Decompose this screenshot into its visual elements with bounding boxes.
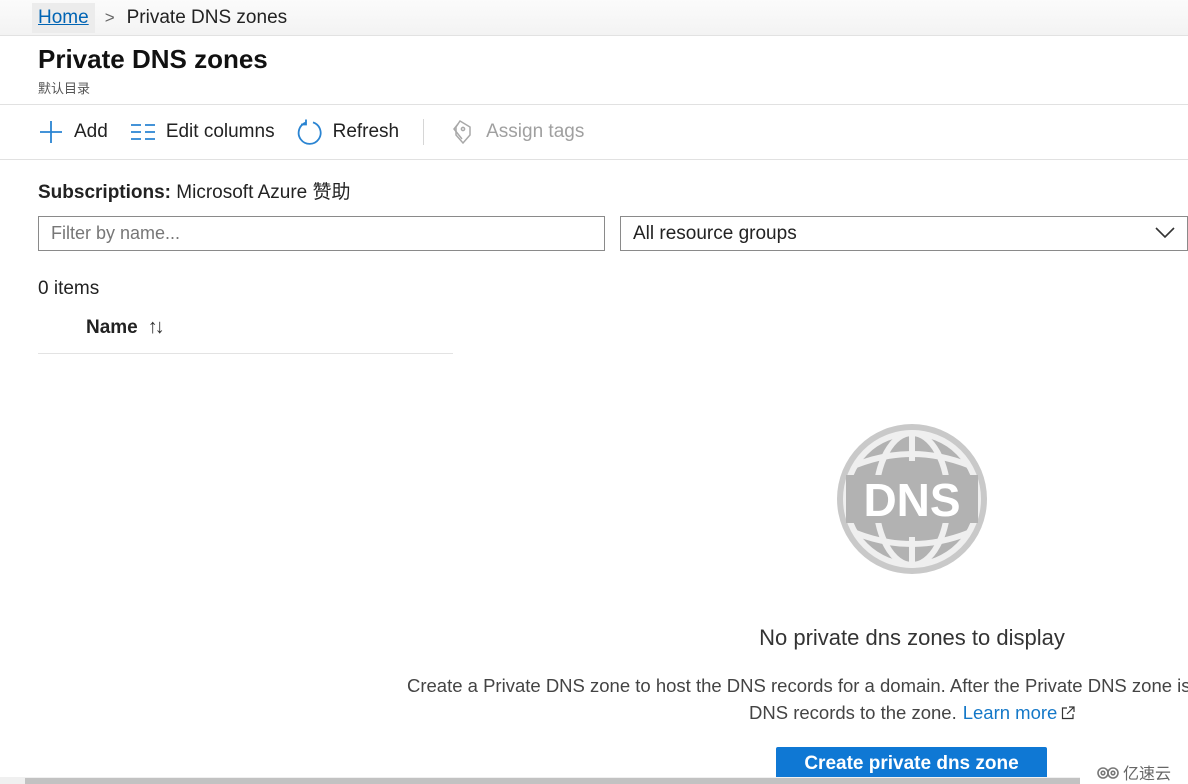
resource-group-selected: All resource groups xyxy=(633,222,797,244)
dns-icon-text: DNS xyxy=(863,474,960,526)
column-header-label: Name xyxy=(86,316,138,338)
subscriptions-value: Microsoft Azure 赞助 xyxy=(176,182,351,203)
sort-icon: ↑↓ xyxy=(147,316,165,338)
page-title: Private DNS zones xyxy=(38,44,268,74)
edit-columns-button[interactable]: Edit columns xyxy=(130,119,275,145)
breadcrumb-current: Private DNS zones xyxy=(126,6,288,28)
dns-globe-icon: DNS xyxy=(837,424,987,574)
cloud-logo-icon xyxy=(1097,767,1119,779)
columns-icon xyxy=(130,119,156,145)
breadcrumb-home-link[interactable]: Home xyxy=(32,2,95,33)
learn-more-link[interactable]: Learn more xyxy=(963,702,1058,724)
header-divider xyxy=(38,353,453,354)
page-subtitle: 默认目录 xyxy=(38,81,91,96)
watermark-text: 亿速云 xyxy=(1123,766,1172,783)
edit-columns-label: Edit columns xyxy=(165,121,275,142)
watermark: 亿速云 xyxy=(1096,760,1171,784)
assign-tags-label: Assign tags xyxy=(486,121,585,142)
item-count: 0 items xyxy=(38,278,100,299)
subscriptions-label: Subscriptions: xyxy=(38,182,172,203)
add-button[interactable]: Add xyxy=(38,119,108,145)
empty-state-description: Create a Private DNS zone to host the DN… xyxy=(407,675,1188,696)
empty-state-title: No private dns zones to display xyxy=(759,625,1065,650)
breadcrumb-chevron-icon: > xyxy=(104,7,115,27)
breadcrumb: Home > Private DNS zones xyxy=(0,0,1188,36)
external-link-icon xyxy=(1062,706,1075,720)
command-bar: Add Edit columns Refresh Assign tags xyxy=(0,104,1188,160)
subscriptions-filter[interactable]: Subscriptions: Microsoft Azure 赞助 xyxy=(38,177,351,204)
refresh-icon xyxy=(297,119,323,145)
empty-state-description-line2: DNS records to the zone. Learn more xyxy=(749,702,1075,724)
toolbar-divider xyxy=(423,119,425,145)
filter-by-name-input[interactable] xyxy=(38,216,605,251)
add-label: Add xyxy=(74,121,108,142)
assign-tags-button[interactable]: Assign tags xyxy=(450,119,584,145)
horizontal-scrollbar-thumb[interactable] xyxy=(25,778,1080,784)
tag-icon xyxy=(450,119,476,145)
refresh-label: Refresh xyxy=(332,121,400,142)
resource-group-dropdown[interactable]: All resource groups xyxy=(620,216,1188,251)
chevron-down-icon xyxy=(1155,223,1175,245)
refresh-button[interactable]: Refresh xyxy=(297,119,400,145)
empty-state-description-text: DNS records to the zone. xyxy=(749,702,957,723)
column-header-name[interactable]: Name ↑↓ xyxy=(86,316,165,339)
plus-icon xyxy=(38,119,64,145)
